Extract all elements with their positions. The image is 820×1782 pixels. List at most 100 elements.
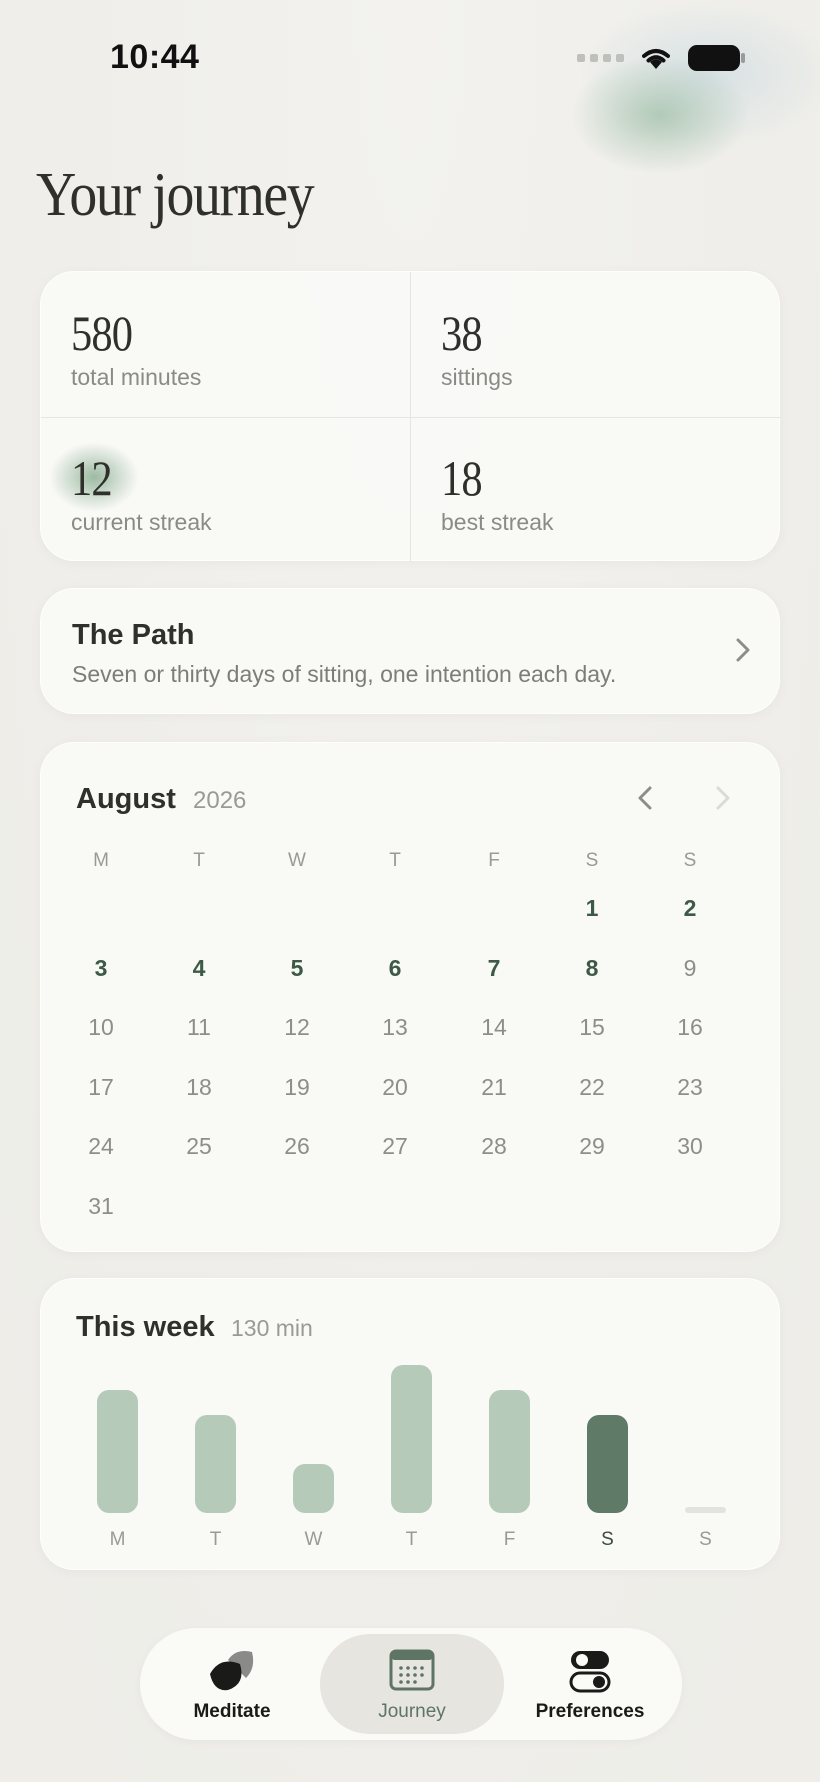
calendar-day[interactable]: 9 xyxy=(660,943,720,993)
calendar-day-number: 2 xyxy=(683,894,697,921)
calendar-day[interactable]: 2 xyxy=(660,883,720,933)
calendar-day-number: 23 xyxy=(677,1073,703,1100)
calendar-day[interactable]: 23 xyxy=(660,1062,720,1112)
stat-value: 12 xyxy=(71,450,113,506)
calendar-day[interactable]: 8 xyxy=(562,943,622,997)
calendar-day[interactable]: 4 xyxy=(169,943,229,993)
weekday-label: S xyxy=(585,850,599,871)
tab-bar: Meditate Journey Preferences xyxy=(140,1628,682,1740)
calendar-day[interactable]: 27 xyxy=(365,1121,425,1171)
calendar-day-number: 27 xyxy=(382,1132,408,1159)
calendar-day-number: 28 xyxy=(481,1132,507,1159)
calendar-card: August 2026 M T W T F S S 1 2 3 4 5 6 7 8 9 10 11 12 13 14 15… xyxy=(40,742,780,1252)
calendar-day[interactable]: 22 xyxy=(562,1062,622,1112)
calendar-day[interactable]: 5 xyxy=(267,943,327,993)
calendar-day-number: 16 xyxy=(677,1013,703,1040)
week-bar-label: W xyxy=(304,1529,323,1550)
calendar-day[interactable]: 14 xyxy=(464,1002,524,1052)
calendar-day-number: 22 xyxy=(579,1073,605,1100)
weekday-label: W xyxy=(288,850,306,871)
tab-preferences[interactable]: Preferences xyxy=(498,1634,682,1734)
calendar-day-number: 18 xyxy=(186,1073,212,1100)
page-title: Your journey xyxy=(36,161,315,229)
tab-label: Meditate xyxy=(193,1701,271,1722)
weekday-label: F xyxy=(488,850,500,871)
week-bar xyxy=(195,1415,236,1513)
calendar-year: 2026 xyxy=(193,787,247,814)
calendar-day[interactable]: 3 xyxy=(71,943,131,993)
stat-value: 38 xyxy=(441,305,483,361)
calendar-day[interactable]: 18 xyxy=(169,1062,229,1112)
calendar-day[interactable]: 1 xyxy=(562,883,622,933)
week-bar xyxy=(587,1415,628,1513)
stat-label: sittings xyxy=(441,364,513,390)
calendar-day[interactable]: 25 xyxy=(169,1121,229,1171)
calendar-day-number: 8 xyxy=(585,954,599,981)
stat-sittings: 38 sittings xyxy=(411,272,781,417)
week-bar-label: M xyxy=(109,1529,126,1550)
leaf-icon xyxy=(210,1651,254,1691)
week-bar xyxy=(489,1390,530,1513)
tab-journey[interactable]: Journey xyxy=(320,1634,504,1734)
calendar-day[interactable]: 11 xyxy=(169,1002,229,1052)
weekday-label: T xyxy=(389,850,401,871)
week-bar-label: F xyxy=(503,1529,516,1550)
calendar-day-number: 4 xyxy=(192,954,206,981)
tab-label: Preferences xyxy=(535,1701,645,1722)
calendar-day-number: 15 xyxy=(579,1013,605,1040)
calendar-day-number: 13 xyxy=(382,1013,408,1040)
calendar-day[interactable]: 10 xyxy=(71,1002,131,1052)
calendar-day-number: 10 xyxy=(88,1013,114,1040)
week-bar-label: T xyxy=(209,1529,222,1550)
status-time: 10:44 xyxy=(110,38,200,76)
calendar-month: August xyxy=(76,783,176,815)
stat-value: 18 xyxy=(441,450,483,506)
week-bar xyxy=(97,1390,138,1513)
calendar-day-number: 7 xyxy=(487,954,501,981)
week-bar xyxy=(391,1365,432,1513)
decorative-glow xyxy=(570,55,750,175)
week-bar-label: T xyxy=(405,1529,418,1550)
battery-icon xyxy=(688,45,745,71)
week-bar-label: S xyxy=(699,1529,712,1550)
calendar-day[interactable]: 31 xyxy=(71,1181,131,1231)
tab-meditate[interactable]: Meditate xyxy=(140,1634,324,1734)
stats-card: 580 total minutes 38 sittings 12 current… xyxy=(40,271,781,562)
calendar-day[interactable]: 15 xyxy=(562,1002,622,1052)
calendar-day[interactable]: 7 xyxy=(464,943,524,993)
calendar-day-number: 3 xyxy=(94,954,108,981)
weekday-label: M xyxy=(93,850,109,871)
calendar-day[interactable]: 26 xyxy=(267,1121,327,1171)
previous-month-button[interactable] xyxy=(631,783,661,813)
path-title: The Path xyxy=(72,619,195,651)
calendar-day[interactable]: 16 xyxy=(660,1002,720,1052)
week-bar xyxy=(293,1464,334,1513)
calendar-day[interactable]: 28 xyxy=(464,1121,524,1171)
calendar-day[interactable]: 24 xyxy=(71,1121,131,1171)
weekly-card: This week 130 min MTWTFSS xyxy=(40,1278,780,1570)
calendar-day[interactable]: 20 xyxy=(365,1062,425,1112)
calendar-day-number: 17 xyxy=(88,1073,114,1100)
calendar-day[interactable]: 6 xyxy=(365,943,425,993)
stat-value: 580 xyxy=(71,305,133,361)
weekday-label: T xyxy=(193,850,205,871)
calendar-day[interactable]: 29 xyxy=(562,1121,622,1171)
calendar-day-number: 26 xyxy=(284,1132,310,1159)
calendar-day-number: 19 xyxy=(284,1073,310,1100)
calendar-day[interactable]: 30 xyxy=(660,1121,720,1171)
stat-current-streak: 12 current streak xyxy=(41,417,411,562)
calendar-day[interactable]: 19 xyxy=(267,1062,327,1112)
calendar-day-number: 25 xyxy=(186,1132,212,1159)
weekly-bar-chart: MTWTFSS xyxy=(41,1279,781,1571)
calendar-day[interactable]: 17 xyxy=(71,1062,131,1112)
calendar-day-number: 11 xyxy=(187,1013,211,1040)
path-card[interactable]: The Path Seven or thirty days of sitting… xyxy=(40,588,780,714)
tab-label: Journey xyxy=(378,1701,446,1722)
calendar-day[interactable]: 12 xyxy=(267,1002,327,1052)
calendar-day[interactable]: 13 xyxy=(365,1002,425,1052)
chevron-right-icon xyxy=(736,638,750,662)
calendar-day-number: 6 xyxy=(388,954,402,981)
calendar-day[interactable]: 21 xyxy=(464,1062,524,1112)
next-month-button[interactable] xyxy=(707,783,737,813)
calendar-day-number: 9 xyxy=(683,954,697,981)
